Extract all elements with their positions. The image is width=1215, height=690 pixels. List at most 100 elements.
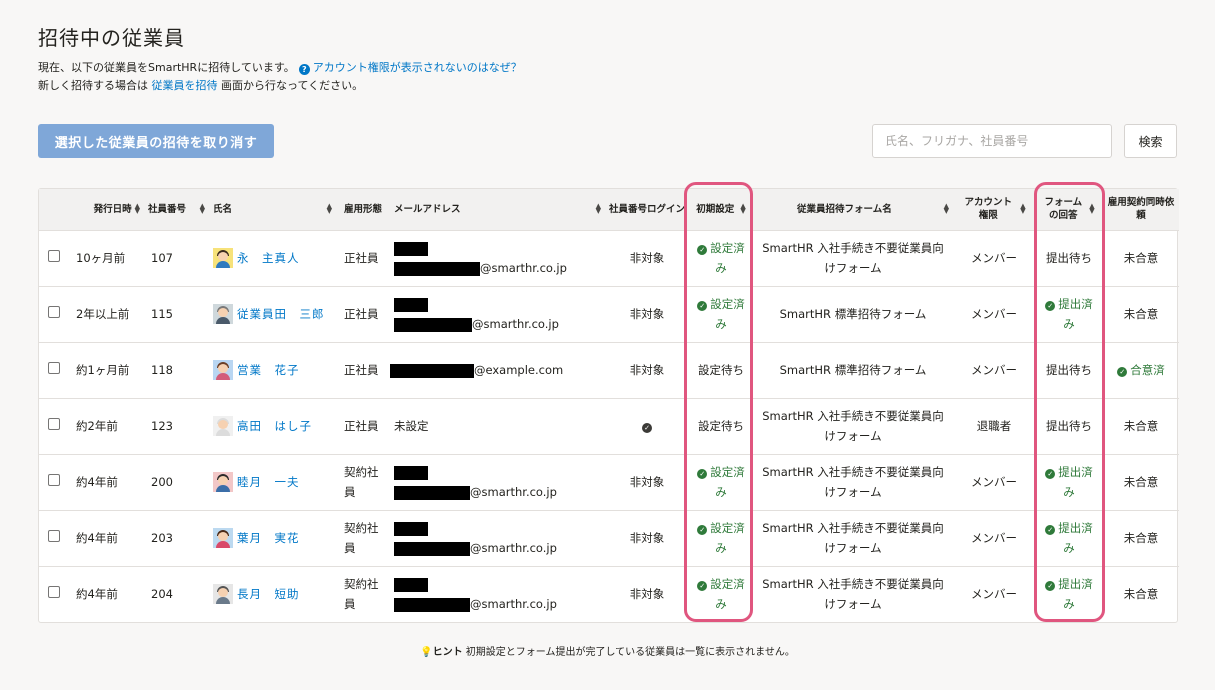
check-circle-icon: ✓ [1117, 367, 1128, 377]
sort-icon[interactable]: ▲ ▼ [740, 203, 745, 215]
form-answer-cell: ✓ 提出済み [1035, 510, 1103, 566]
search-input[interactable] [872, 124, 1112, 158]
help-icon[interactable]: ? [298, 64, 310, 75]
employee-name-link[interactable]: 長月 短助 [237, 584, 300, 604]
login-status: 非対象 [629, 531, 665, 545]
check-circle-icon: ✓ [697, 301, 708, 311]
column-header-account[interactable]: アカウント権限 ▲ ▼ [953, 189, 1035, 230]
contract-cell: 未合意 [1103, 398, 1179, 454]
column-header-form-answer[interactable]: フォームの回答 ▲ ▼ [1035, 189, 1103, 230]
column-header-email[interactable]: メールアドレス ▲ ▼ [390, 189, 605, 230]
contract-status: 未合意 [1123, 251, 1159, 265]
employee-name-link[interactable]: 睦月 一夫 [237, 472, 300, 492]
emp-no-cell: 118 [151, 363, 173, 377]
redacted-block [390, 363, 474, 378]
email-cell: @smarthr.co.jp [390, 566, 605, 622]
row-checkbox-cell [39, 286, 70, 342]
redacted-block [394, 261, 480, 276]
column-header-init[interactable]: 初期設定 ▲ ▼ [689, 189, 753, 230]
sort-icon[interactable]: ▲ ▼ [200, 203, 205, 215]
row-checkbox[interactable] [48, 418, 60, 430]
init-status: ✓ 設定済み [697, 521, 745, 555]
email-cell: @smarthr.co.jp [390, 454, 605, 510]
sort-icon[interactable]: ▲ ▼ [1089, 203, 1094, 215]
row-checkbox[interactable] [48, 306, 60, 318]
email-address: @smarthr.co.jp [394, 238, 601, 278]
name-cell: 永 主真人 [209, 230, 336, 286]
account-permission-help-link[interactable]: アカウント権限が表示されないのはなぜ？ [313, 61, 522, 74]
lightbulb-icon: 💡 [420, 647, 433, 658]
email-address: @smarthr.co.jp [394, 518, 601, 558]
name-cell: 営業 花子 [209, 342, 336, 398]
row-checkbox-cell [39, 454, 70, 510]
emp-no-cell: 107 [151, 251, 173, 265]
employee-name-link[interactable]: 営業 花子 [237, 360, 300, 380]
sort-icon[interactable]: ▲ ▼ [944, 203, 949, 215]
column-header-name[interactable]: 氏名 ▲ ▼ [209, 189, 336, 230]
row-checkbox[interactable] [48, 250, 60, 262]
column-header-form-name[interactable]: 従業員招待フォーム名 ▲ ▼ [753, 189, 953, 230]
table-header-row: 発行日時 ▲ ▼ 社員番号 ▲ ▼ 氏名 ▲ ▼ 雇用形態 メールアドレス ▲ ▼ 社員番号ログ… [39, 189, 1179, 230]
form-name-cell: SmartHR 標準招待フォーム [779, 363, 927, 377]
form-name-cell: SmartHR 入社手続き不要従業員向けフォーム [762, 521, 944, 555]
form-name-cell: SmartHR 入社手続き不要従業員向けフォーム [762, 409, 944, 443]
form-name-cell: SmartHR 入社手続き不要従業員向けフォーム [762, 241, 944, 275]
account-cell: メンバー [971, 251, 1017, 265]
issued-cell: 10ヶ月前 [76, 251, 126, 265]
email-cell: @smarthr.co.jp [390, 510, 605, 566]
issued-cell: 約4年前 [76, 475, 118, 489]
search-button[interactable]: 検索 [1124, 124, 1177, 158]
row-checkbox[interactable] [48, 362, 60, 374]
description-line-1: 現在、以下の従業員をSmartHRに招待しています。? アカウント権限が表示されな… [38, 59, 522, 75]
invite-employee-link[interactable]: 従業員を招待 [152, 79, 218, 92]
table-row: 約4年前 203 葉月 実花 契約社員 @smarthr.co.jp 非対象 ✓… [39, 510, 1179, 566]
sort-icon[interactable]: ▲ ▼ [135, 203, 140, 215]
table-row: 約2年前 123 高田 はし子 正社員 未設定 ✓ 設定待ち SmartHR 入… [39, 398, 1179, 454]
form-answer-status: 提出待ち [1046, 251, 1092, 265]
check-circle-icon: ✓ [1045, 469, 1056, 479]
employee-name-link[interactable]: 永 主真人 [237, 248, 300, 268]
contract-cell: ✓ 合意済 [1103, 342, 1179, 398]
row-checkbox[interactable] [48, 530, 60, 542]
form-name-cell: SmartHR 入社手続き不要従業員向けフォーム [762, 577, 944, 612]
form-answer-status: ✓ 提出済み [1045, 465, 1093, 499]
employee-name-link[interactable]: 高田 はし子 [237, 416, 312, 436]
column-header-employment: 雇用形態 [344, 203, 383, 215]
sort-icon[interactable]: ▲ ▼ [327, 203, 332, 215]
name-cell: 従業員田 三郎 [209, 286, 336, 342]
contract-status: ✓ 合意済 [1117, 363, 1165, 377]
form-answer-cell: ✓ 提出済み [1035, 454, 1103, 510]
description-text: 画面から行なってください。 [221, 79, 364, 92]
column-header-issued[interactable]: 発行日時 ▲ ▼ [70, 189, 144, 230]
hint-label: ヒント [432, 647, 463, 658]
sort-icon[interactable]: ▲ ▼ [596, 203, 601, 215]
table-row: 約4年前 204 長月 短助 契約社員 @smarthr.co.jp 非対象 ✓… [39, 566, 1179, 622]
login-cell: 非対象 [605, 454, 689, 510]
check-circle-icon: ✓ [697, 525, 708, 535]
redacted-block [394, 597, 470, 612]
init-status: ✓ 設定済み [697, 465, 745, 499]
employee-name-link[interactable]: 葉月 実花 [237, 528, 300, 548]
account-cell: 退職者 [976, 419, 1012, 433]
cancel-invitation-button[interactable]: 選択した従業員の招待を取り消す [38, 124, 274, 158]
contract-cell: 未合意 [1103, 454, 1179, 510]
email-address: @smarthr.co.jp [394, 574, 601, 614]
redacted-block [394, 297, 428, 312]
contract-cell: 未合意 [1103, 230, 1179, 286]
sort-icon[interactable]: ▲ ▼ [1020, 203, 1025, 215]
form-answer-cell: 提出待ち [1035, 342, 1103, 398]
emp-no-cell: 203 [151, 531, 173, 545]
check-circle-icon: ✓ [1045, 301, 1056, 311]
account-cell: メンバー [971, 363, 1017, 377]
row-checkbox[interactable] [48, 586, 60, 599]
login-status: 非対象 [629, 307, 665, 321]
init-cell: ✓ 設定済み [689, 454, 753, 510]
column-header-emp-no[interactable]: 社員番号 ▲ ▼ [144, 189, 209, 230]
email-cell: 未設定 [390, 398, 605, 454]
row-checkbox[interactable] [48, 474, 60, 486]
check-circle-icon: ✓ [697, 581, 708, 592]
contract-status: 未合意 [1123, 531, 1159, 545]
employee-name-link[interactable]: 従業員田 三郎 [237, 304, 325, 324]
name-cell: 高田 はし子 [209, 398, 336, 454]
contract-status: 未合意 [1123, 419, 1159, 433]
